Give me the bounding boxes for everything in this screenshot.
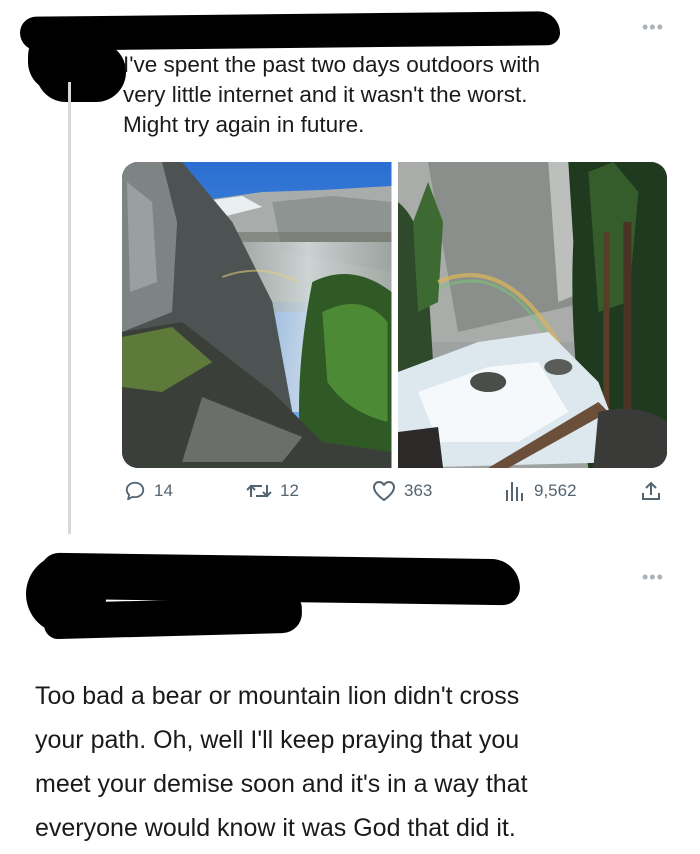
reply-text-line: your path. Oh, well I'll keep praying th… bbox=[35, 726, 520, 754]
tweet-text-line: very little internet and it wasn't the w… bbox=[123, 82, 528, 107]
photo-waterfall-cliff-image bbox=[122, 162, 392, 468]
original-tweet: ••• I've spent the past two days outdoor… bbox=[0, 0, 700, 540]
reply-button[interactable]: 14 bbox=[124, 480, 173, 502]
reply-text: Too bad a bear or mountain lion didn't c… bbox=[35, 674, 675, 850]
share-icon bbox=[642, 481, 660, 500]
tweet-media-grid bbox=[122, 162, 667, 468]
tweet-action-bar: 14 12 363 9,562 bbox=[0, 480, 700, 512]
heart-icon bbox=[373, 481, 395, 501]
reply-count: 14 bbox=[154, 481, 173, 500]
like-button[interactable]: 363 bbox=[372, 480, 432, 502]
reply-tweet: ••• Too bad a bear or mountain lion didn… bbox=[0, 540, 700, 854]
more-options-icon[interactable]: ••• bbox=[642, 18, 664, 36]
retweet-icon bbox=[246, 484, 272, 498]
redacted-reply-header-2 bbox=[43, 596, 303, 640]
more-options-icon[interactable]: ••• bbox=[642, 568, 664, 586]
reply-text-line: meet your demise soon and it's in a way … bbox=[35, 770, 528, 798]
reply-text-line: Too bad a bear or mountain lion didn't c… bbox=[35, 682, 520, 710]
retweet-count: 12 bbox=[280, 481, 299, 500]
photo-river-rainbow-image bbox=[397, 162, 667, 468]
views-count: 9,562 bbox=[534, 481, 577, 500]
tweet-text-line: Might try again in future. bbox=[123, 112, 365, 137]
reply-icon bbox=[125, 481, 145, 501]
media-photo-river-rainbow[interactable] bbox=[397, 162, 667, 468]
share-button[interactable] bbox=[640, 480, 662, 502]
redacted-header-2 bbox=[36, 42, 126, 102]
views-button[interactable]: 9,562 bbox=[504, 480, 577, 502]
retweet-button[interactable]: 12 bbox=[246, 480, 299, 502]
tweet-text: I've spent the past two days outdoors wi… bbox=[123, 50, 663, 140]
views-chart-icon bbox=[506, 482, 523, 501]
like-count: 363 bbox=[404, 481, 433, 500]
reply-text-line: everyone would know it was God that did … bbox=[35, 814, 516, 842]
thread-connector-line bbox=[68, 82, 71, 534]
tweet-text-line: I've spent the past two days outdoors wi… bbox=[123, 52, 541, 77]
media-photo-waterfall-cliff[interactable] bbox=[122, 162, 392, 468]
